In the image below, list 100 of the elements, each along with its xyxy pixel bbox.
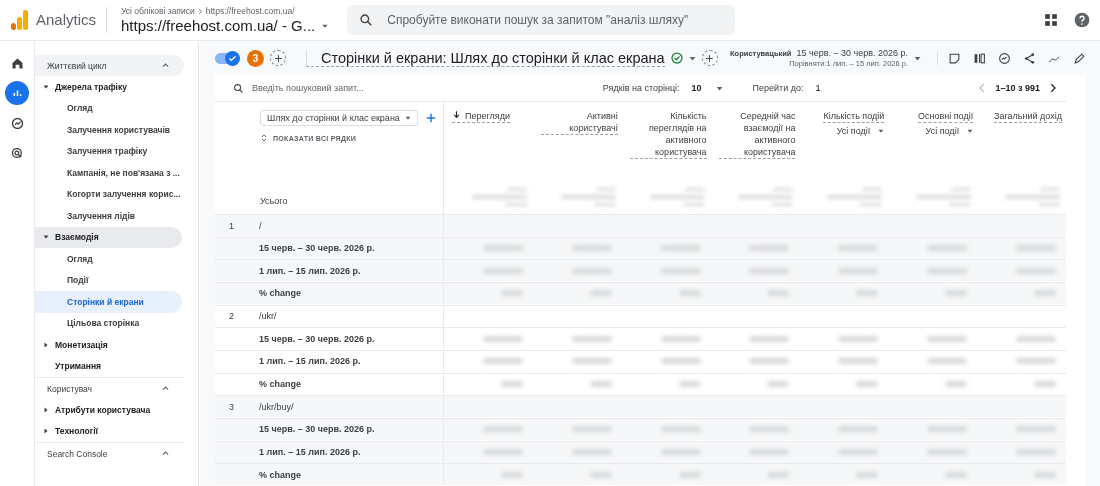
search-field[interactable]: Спробуйте виконати пошук за запитом "аналіз шляху"	[347, 5, 736, 35]
section-header[interactable]: Користувач	[35, 377, 184, 399]
blurred-value	[482, 245, 523, 252]
blurred-value	[660, 245, 701, 252]
blurred-value	[571, 245, 612, 252]
event-filter-dropdown[interactable]: Усі події	[836, 126, 885, 136]
nav-item[interactable]: Залучення користувачів	[35, 119, 182, 141]
share-icon[interactable]	[1023, 51, 1036, 65]
caret-right-icon	[43, 406, 49, 413]
blurred-value	[1016, 358, 1056, 365]
comparison-toggle[interactable]	[215, 52, 237, 64]
column-header[interactable]: Середній час взаємодії на активного користувача	[718, 110, 796, 159]
nav-item[interactable]: Джерела трафіку	[35, 76, 182, 98]
blurred-value	[838, 267, 879, 274]
next-page-icon[interactable]	[1048, 83, 1058, 93]
blurred-value	[482, 449, 523, 456]
chevron-right-icon	[196, 7, 204, 15]
blurred-value	[1016, 426, 1056, 433]
column-header[interactable]: Загальний дохід	[994, 110, 1062, 123]
blurred-value	[571, 426, 612, 433]
caret-down-icon	[43, 83, 49, 90]
blurred-value	[1034, 290, 1056, 297]
blurred-value	[749, 245, 790, 252]
blurred-value	[838, 449, 879, 456]
blurred-value	[927, 335, 968, 342]
caret-down-icon	[878, 128, 885, 134]
nav-item[interactable]: Технології	[35, 420, 182, 442]
caret-down-icon	[967, 128, 974, 134]
nav-item[interactable]: Сторінки й екрани	[35, 291, 182, 313]
apps-grid-icon[interactable]	[1044, 13, 1058, 27]
blurred-value	[838, 426, 879, 433]
breadcrumb-link[interactable]: https://freehost.com.ua/	[205, 6, 295, 16]
column-header[interactable]: Перегляди	[452, 110, 510, 123]
blurred-value	[749, 449, 790, 456]
column-header[interactable]: Кількість переглядів на активного користувача	[629, 110, 707, 159]
section-header[interactable]: Життєвий цикл	[35, 55, 184, 76]
help-icon[interactable]	[1074, 12, 1090, 28]
blurred-value	[767, 471, 790, 478]
nav-item[interactable]: Цільова сторінка	[35, 312, 182, 334]
event-filter-dropdown[interactable]: Усі події	[925, 126, 974, 136]
rows-per-page-select[interactable]: 10	[687, 83, 727, 93]
gauge-icon	[9, 115, 25, 131]
analytics-logo	[10, 10, 28, 30]
comparison-row-label: 1 лип. – 15 лип. 2026 р.	[258, 356, 361, 367]
product-name: Analytics	[36, 7, 108, 33]
insights-icon[interactable]	[998, 51, 1011, 65]
column-header[interactable]: Кількість подій	[823, 110, 885, 123]
compare-columns-icon[interactable]	[973, 51, 986, 65]
nav-rail-button[interactable]	[5, 81, 29, 105]
blurred-value	[660, 449, 701, 456]
chevron-up-icon	[161, 384, 170, 393]
section-header[interactable]: Search Console	[35, 442, 184, 464]
comparison-row-label: % change	[258, 469, 301, 480]
note-icon[interactable]	[948, 51, 961, 65]
search-icon	[359, 13, 374, 27]
nav-item[interactable]: Взаємодія	[35, 226, 182, 248]
blurred-value	[589, 471, 612, 478]
plus-icon	[273, 53, 283, 63]
blurred-value	[660, 358, 701, 365]
caret-down-icon[interactable]	[914, 54, 921, 62]
breadcrumb-link[interactable]: Усі облікові записи	[121, 6, 195, 16]
plus-icon[interactable]	[426, 113, 436, 123]
nav-item[interactable]: Монетизація	[35, 334, 182, 356]
comparison-row-label: 15 черв. – 30 черв. 2026 р.	[258, 243, 375, 254]
total-label: Усього	[260, 195, 289, 208]
nav-item[interactable]: Огляд	[35, 248, 182, 270]
nav-item[interactable]: Когорти залучення корис...	[35, 183, 182, 205]
blurred-value	[678, 381, 701, 388]
nav-item[interactable]: Залучення трафіку	[35, 140, 182, 162]
nav-item[interactable]: Атрибути користувача	[35, 399, 182, 421]
property-selector[interactable]: https://freehost.com.ua/ - G...	[121, 17, 330, 34]
blurred-value	[749, 426, 790, 433]
report-title: Сторінки й екрани: Шлях до сторінки й клас екрана	[306, 49, 665, 67]
nav-item[interactable]: Події	[35, 269, 182, 291]
pencil-icon[interactable]	[1073, 51, 1086, 65]
nav-item[interactable]: Утримання	[35, 355, 182, 377]
blurred-value	[767, 290, 790, 297]
nav-item[interactable]: Залучення лідів	[35, 205, 182, 227]
blurred-value	[482, 267, 523, 274]
dimension-dropdown[interactable]: Шлях до сторінки й клас екрана	[260, 110, 418, 126]
caret-right-icon	[43, 428, 49, 435]
column-header[interactable]: Основні події	[917, 110, 974, 123]
nav-item[interactable]: Кампанія, не пов'язана з ...	[35, 162, 182, 184]
blurred-value	[500, 290, 523, 297]
blurred-value	[749, 267, 790, 274]
caret-down-icon[interactable]	[688, 54, 696, 62]
blurred-value	[571, 449, 612, 456]
blurred-value	[838, 358, 879, 365]
nav-item[interactable]: Огляд	[35, 97, 182, 119]
go-to-page-field[interactable]: 1	[811, 83, 970, 93]
column-header[interactable]: Активні користувачі	[540, 110, 618, 135]
table-search-field[interactable]: Введіть пошуковий запит...	[233, 82, 404, 94]
blurred-value	[1016, 245, 1056, 252]
blurred-value	[927, 449, 968, 456]
section-title: Життєвий цикл	[47, 60, 107, 71]
blurred-value	[482, 335, 523, 342]
blurred-value	[838, 245, 879, 252]
page-path-cell: /ukr/	[259, 311, 277, 322]
rows-per-page-label: Рядків на сторінці:	[602, 83, 680, 93]
chevron-up-icon	[161, 449, 170, 458]
